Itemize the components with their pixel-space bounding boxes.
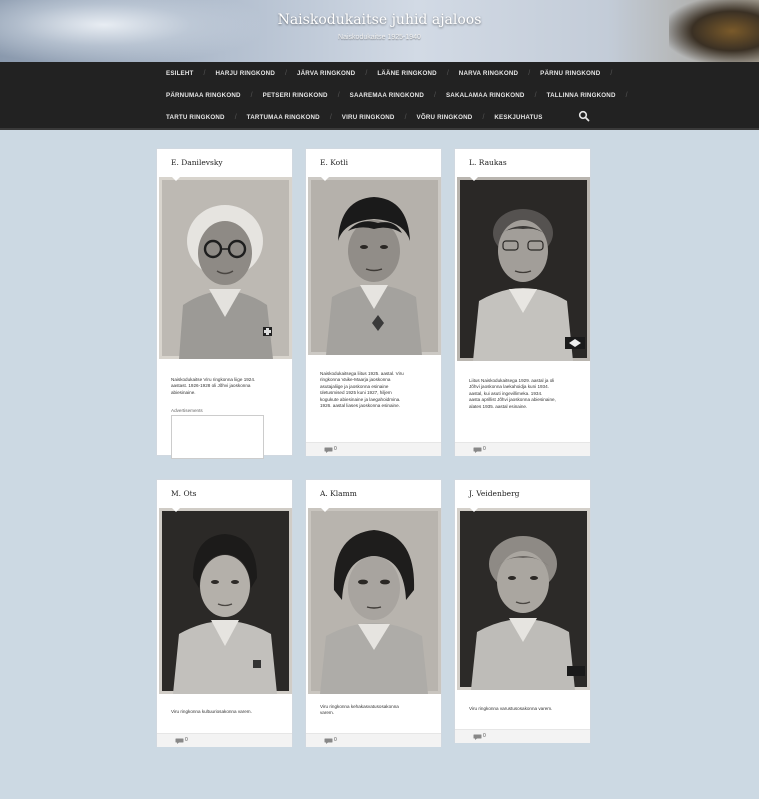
title-notch (320, 507, 330, 512)
post-excerpt: Viru ringkonna kehakasvatusosakonna vare… (320, 704, 399, 716)
post-excerpt: Naiskodukaitsega liitus 1925. aastal. Vi… (320, 371, 404, 409)
comment-count[interactable]: 0 (483, 446, 486, 452)
portrait-photo[interactable] (308, 508, 441, 694)
portrait-photo[interactable] (308, 177, 441, 355)
nav-item-tartumaa[interactable]: TARTUMAA RINGKOND (241, 114, 326, 121)
post-title[interactable]: E. Danilevsky (157, 149, 292, 177)
portrait-photo[interactable] (159, 508, 292, 694)
post-title[interactable]: J. Veidenberg (455, 480, 590, 508)
post-card: J. Veidenberg Viru ringkonna varustusosa… (454, 479, 591, 743)
nav-separator: / (625, 91, 628, 99)
nav-separator: / (482, 113, 485, 121)
nav-row: ESILEHT / HARJU RINGKOND / JÄRVA RINGKOND /… (160, 62, 616, 84)
post-excerpt: Viru ringkonna kultuuriosakonna varem. (171, 709, 252, 714)
nav-separator: / (534, 91, 537, 99)
nav-separator: / (528, 69, 531, 77)
comment-count[interactable]: 0 (334, 737, 337, 743)
nav-item-tartu[interactable]: TARTU RINGKOND (160, 114, 231, 121)
advertisements-label: Advertisements (171, 408, 203, 413)
post-title[interactable]: A. Klamm (306, 480, 441, 508)
nav-item-viru[interactable]: VIRU RINGKOND (336, 114, 401, 121)
site-subtitle: Naiskodukaitse 1925-1940 (338, 34, 421, 41)
nav-item-parnumaa[interactable]: PÄRNUMAA RINGKOND (160, 92, 247, 99)
post-excerpt: Liitus Naiskodukaitsega 1929. aastal ja … (469, 378, 556, 409)
post-excerpt: Viru ringkonna varustusosakonna varem. (469, 706, 553, 711)
post-card: E. Kotli Naiskodukaitsega liitus 1925. a… (305, 148, 442, 456)
post-footer: 0 (157, 733, 292, 747)
portrait-photo[interactable] (457, 177, 590, 361)
post-card: L. Raukas Liitus Naiskodukaitsega 1929. … (454, 148, 591, 456)
comment-count[interactable]: 0 (483, 733, 486, 739)
nav-item-laane[interactable]: LÄÄNE RINGKOND (371, 70, 443, 77)
title-notch (469, 176, 479, 181)
nav-item-sakalamaa[interactable]: SAKALAMAA RINGKOND (440, 92, 531, 99)
site-title[interactable]: Naiskodukaitse juhid ajaloos (0, 12, 759, 28)
main-navigation: ESILEHT / HARJU RINGKOND / JÄRVA RINGKOND /… (0, 62, 759, 130)
comment-icon[interactable] (324, 447, 333, 453)
post-title[interactable]: M. Ots (157, 480, 292, 508)
comment-icon[interactable] (175, 738, 184, 744)
nav-row: PÄRNUMAA RINGKOND / PETSERI RINGKOND / SAA… (160, 84, 632, 106)
nav-separator: / (404, 113, 407, 121)
nav-item-parnu[interactable]: PÄRNU RINGKOND (534, 70, 606, 77)
nav-item-jarva[interactable]: JÄRVA RINGKOND (291, 70, 361, 77)
site-header: Naiskodukaitse juhid ajaloos Naiskodukai… (0, 0, 759, 62)
advertisement-slot[interactable] (171, 415, 264, 459)
nav-separator: / (337, 91, 340, 99)
post-excerpt: Naiskodukaitse Viru ringkonna liige 1924… (171, 377, 256, 395)
nav-separator: / (446, 69, 449, 77)
nav-separator: / (365, 69, 368, 77)
nav-item-tallinna[interactable]: TALLINNA RINGKOND (541, 92, 622, 99)
title-notch (469, 507, 479, 512)
nav-separator: / (234, 113, 237, 121)
nav-item-esileht[interactable]: ESILEHT (160, 70, 200, 77)
post-card: E. Danilevsky Naiskodukaitse Viru ringko… (156, 148, 293, 459)
nav-item-saaremaa[interactable]: SAAREMAA RINGKOND (344, 92, 430, 99)
comment-icon[interactable] (324, 738, 333, 744)
post-footer: 0 (306, 442, 441, 456)
nav-row: TARTU RINGKOND / TARTUMAA RINGKOND / VIRU … (160, 106, 549, 128)
comment-count[interactable]: 0 (334, 446, 337, 452)
nav-item-keskjuhatus[interactable]: KESKJUHATUS (488, 114, 548, 121)
post-card: A. Klamm Viru ringkonna kehakasvatusosak… (305, 479, 442, 747)
post-footer: 0 (455, 729, 590, 743)
post-title[interactable]: L. Raukas (455, 149, 590, 177)
nav-separator: / (434, 91, 436, 99)
nav-item-narva[interactable]: NARVA RINGKOND (453, 70, 524, 77)
comment-icon[interactable] (473, 734, 482, 740)
comment-count[interactable]: 0 (185, 737, 188, 743)
title-notch (171, 176, 181, 181)
nav-separator: / (285, 69, 287, 77)
nav-separator: / (329, 113, 332, 121)
nav-item-harju[interactable]: HARJU RINGKOND (209, 70, 281, 77)
search-icon[interactable] (578, 110, 590, 122)
comment-icon[interactable] (473, 447, 482, 453)
post-title[interactable]: E. Kotli (306, 149, 441, 177)
title-notch (171, 507, 181, 512)
header-background-ornament (669, 0, 759, 62)
nav-separator: / (203, 69, 206, 77)
portrait-photo[interactable] (457, 508, 590, 690)
header-background (0, 0, 260, 62)
post-footer: 0 (455, 442, 590, 456)
post-footer: 0 (306, 733, 441, 747)
nav-separator: / (610, 69, 613, 77)
nav-item-voru[interactable]: VÕRU RINGKOND (411, 114, 479, 121)
title-notch (320, 176, 330, 181)
nav-item-petseri[interactable]: PETSERI RINGKOND (257, 92, 334, 99)
nav-separator: / (250, 91, 253, 99)
portrait-photo[interactable] (159, 177, 292, 359)
post-card: M. Ots Viru ringkonna kultuuriosakonna v… (156, 479, 293, 747)
